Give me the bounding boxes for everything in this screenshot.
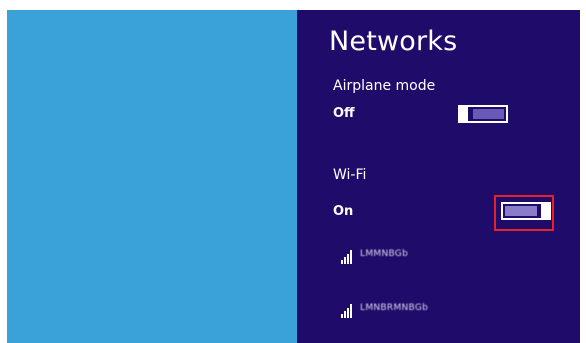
wifi-signal-icon xyxy=(341,250,352,264)
airplane-mode-label: Airplane mode xyxy=(333,78,436,94)
network-name: LMNBRMNBGb xyxy=(360,303,429,313)
airplane-mode-toggle[interactable] xyxy=(458,105,508,123)
wifi-state: On xyxy=(333,204,354,219)
screen: Networks Airplane mode Off Wi-Fi On LMMN… xyxy=(0,0,586,343)
network-item[interactable]: LMNBRMNBGb xyxy=(341,302,428,318)
wifi-toggle-highlight xyxy=(494,195,554,231)
panel-title: Networks xyxy=(329,26,458,57)
network-name: LMMNBGb xyxy=(360,249,409,259)
airplane-mode-state: Off xyxy=(333,106,355,121)
toggle-thumb xyxy=(458,105,468,123)
desktop-background xyxy=(7,10,297,343)
networks-charm-panel: Networks Airplane mode Off Wi-Fi On LMMN… xyxy=(297,10,580,343)
wifi-signal-icon xyxy=(341,304,352,318)
network-item[interactable]: LMMNBGb xyxy=(341,248,408,264)
toggle-track xyxy=(473,109,504,119)
wifi-label: Wi-Fi xyxy=(333,167,367,183)
